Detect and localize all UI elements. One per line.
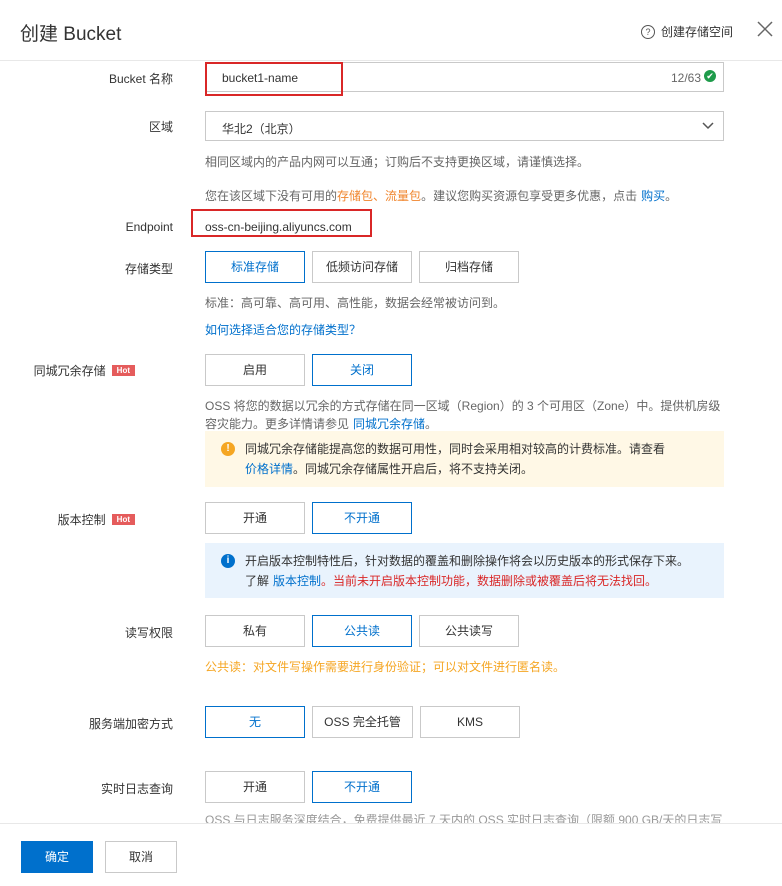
versioning-info-notice: i 开启版本控制特性后，针对数据的覆盖和删除操作将会以历史版本的形式保存下来。 … — [205, 543, 724, 598]
encryption-kms-button[interactable]: KMS — [420, 706, 520, 738]
acl-public-read-button[interactable]: 公共读 — [312, 615, 412, 647]
bucket-name-label: Bucket 名称 — [108, 72, 173, 86]
promo-sep: 、 — [373, 189, 386, 203]
versioning-label-text: 版本控制 — [57, 513, 106, 527]
check-icon: ✔ — [704, 70, 716, 82]
storage-class-desc: 标准：高可靠、高可用、高性能，数据会经常被访问到。 — [205, 296, 506, 310]
zrs-label: 同城冗余存储 Hot — [0, 362, 135, 379]
region-promo: 您在该区域下没有可用的存储包、流量包。建议您购买资源包享受更多优惠，点击 购买。 — [205, 187, 677, 204]
help-link[interactable]: ? 创建存储空间 — [641, 23, 733, 40]
zrs-warning-line2: 。同城冗余存储属性开启后，将不支持关闭。 — [293, 462, 534, 476]
cancel-button[interactable]: 取消 — [105, 841, 177, 873]
dialog-title: 创建 Bucket — [20, 24, 122, 45]
help-link-label: 创建存储空间 — [661, 25, 734, 39]
zrs-label-text: 同城冗余存储 — [33, 364, 106, 378]
acl-private-button[interactable]: 私有 — [205, 615, 305, 647]
buy-link[interactable]: 购买 — [641, 189, 665, 203]
versioning-doc-link[interactable]: 版本控制 — [273, 574, 321, 588]
hot-badge: Hot — [111, 514, 135, 525]
zrs-doc-link[interactable]: 同城冗余存储 — [353, 417, 425, 431]
price-details-link[interactable]: 价格详情 — [245, 462, 293, 476]
zrs-warning-line1: 同城冗余存储能提高您的数据可用性，同时会采用相对较高的计费标准。请查看 — [245, 442, 666, 456]
promo-end: 。 — [665, 189, 678, 203]
chevron-down-icon — [702, 122, 714, 130]
acl-public-read-write-button[interactable]: 公共读写 — [419, 615, 519, 647]
close-icon[interactable] — [756, 20, 774, 38]
zrs-warning-notice: ! 同城冗余存储能提高您的数据可用性，同时会采用相对较高的计费标准。请查看 价格… — [205, 431, 724, 487]
region-value: 华北2（北京） — [222, 122, 301, 136]
encryption-oss-managed-button[interactable]: OSS 完全托管 — [312, 706, 413, 738]
region-select[interactable]: 华北2（北京） — [205, 111, 724, 141]
storage-class-help-link[interactable]: 如何选择适合您的存储类型？ — [205, 321, 361, 338]
dialog-footer: 确定 取消 — [0, 823, 782, 886]
storage-class-archive[interactable]: 归档存储 — [419, 251, 519, 283]
zrs-desc: OSS 将您的数据以冗余的方式存储在同一区域（Region）的 3 个可用区（Z… — [205, 397, 724, 433]
acl-warning: 公共读：对文件写操作需要进行身份验证；可以对文件进行匿名读。 — [205, 660, 566, 674]
zrs-desc-line1: OSS 将您的数据以冗余的方式存储在同一区域（Region）的 3 个可用区（Z… — [205, 399, 721, 413]
versioning-label: 版本控制 Hot — [0, 511, 135, 528]
promo-prefix: 您在该区域下没有可用的 — [205, 189, 338, 203]
promo-mid: 。建议您购买资源包享受更多优惠，点击 — [421, 189, 638, 203]
versioning-info-prefix: 了解 — [245, 574, 270, 588]
zrs-disable-button[interactable]: 关闭 — [312, 354, 412, 386]
dialog-header: 创建 Bucket ? 创建存储空间 — [0, 0, 782, 61]
zrs-desc-line2: 容灾能力。更多详情请参见 — [205, 417, 350, 431]
versioning-info-line1: 开启版本控制特性后，针对数据的覆盖和删除操作将会以历史版本的形式保存下来。 — [245, 554, 690, 568]
versioning-disable-button[interactable]: 不开通 — [312, 502, 412, 534]
confirm-button[interactable]: 确定 — [21, 841, 93, 873]
storage-class-standard[interactable]: 标准存储 — [205, 251, 305, 283]
storage-package-link[interactable]: 存储包 — [337, 189, 373, 203]
endpoint-label: Endpoint — [125, 220, 173, 234]
encryption-label: 服务端加密方式 — [88, 717, 173, 731]
traffic-package-link[interactable]: 流量包 — [385, 189, 421, 203]
zrs-enable-button[interactable]: 启用 — [205, 354, 305, 386]
storage-class-label: 存储类型 — [124, 262, 173, 276]
realtime-log-enable-button[interactable]: 开通 — [205, 771, 305, 803]
char-counter: 12/63 — [670, 71, 701, 85]
versioning-info-sep: 。 — [321, 574, 334, 588]
versioning-warning-text: 当前未开启版本控制功能，数据删除或被覆盖后将无法找回。 — [333, 574, 658, 588]
highlight-box-bucket-name — [205, 62, 343, 96]
warning-icon: ! — [221, 442, 235, 456]
zrs-desc-end: 。 — [425, 417, 438, 431]
info-icon: i — [221, 554, 235, 568]
storage-class-ia[interactable]: 低频访问存储 — [312, 251, 412, 283]
realtime-log-label: 实时日志查询 — [100, 782, 173, 796]
hot-badge: Hot — [111, 365, 135, 376]
region-hint: 相同区域内的产品内网可以互通；订购后不支持更换区域，请谨慎选择。 — [205, 155, 590, 169]
region-label: 区域 — [148, 120, 173, 134]
versioning-enable-button[interactable]: 开通 — [205, 502, 305, 534]
highlight-box-endpoint — [191, 209, 372, 237]
realtime-log-disable-button[interactable]: 不开通 — [312, 771, 412, 803]
acl-label: 读写权限 — [124, 626, 173, 640]
encryption-none-button[interactable]: 无 — [205, 706, 305, 738]
question-icon: ? — [641, 24, 655, 39]
